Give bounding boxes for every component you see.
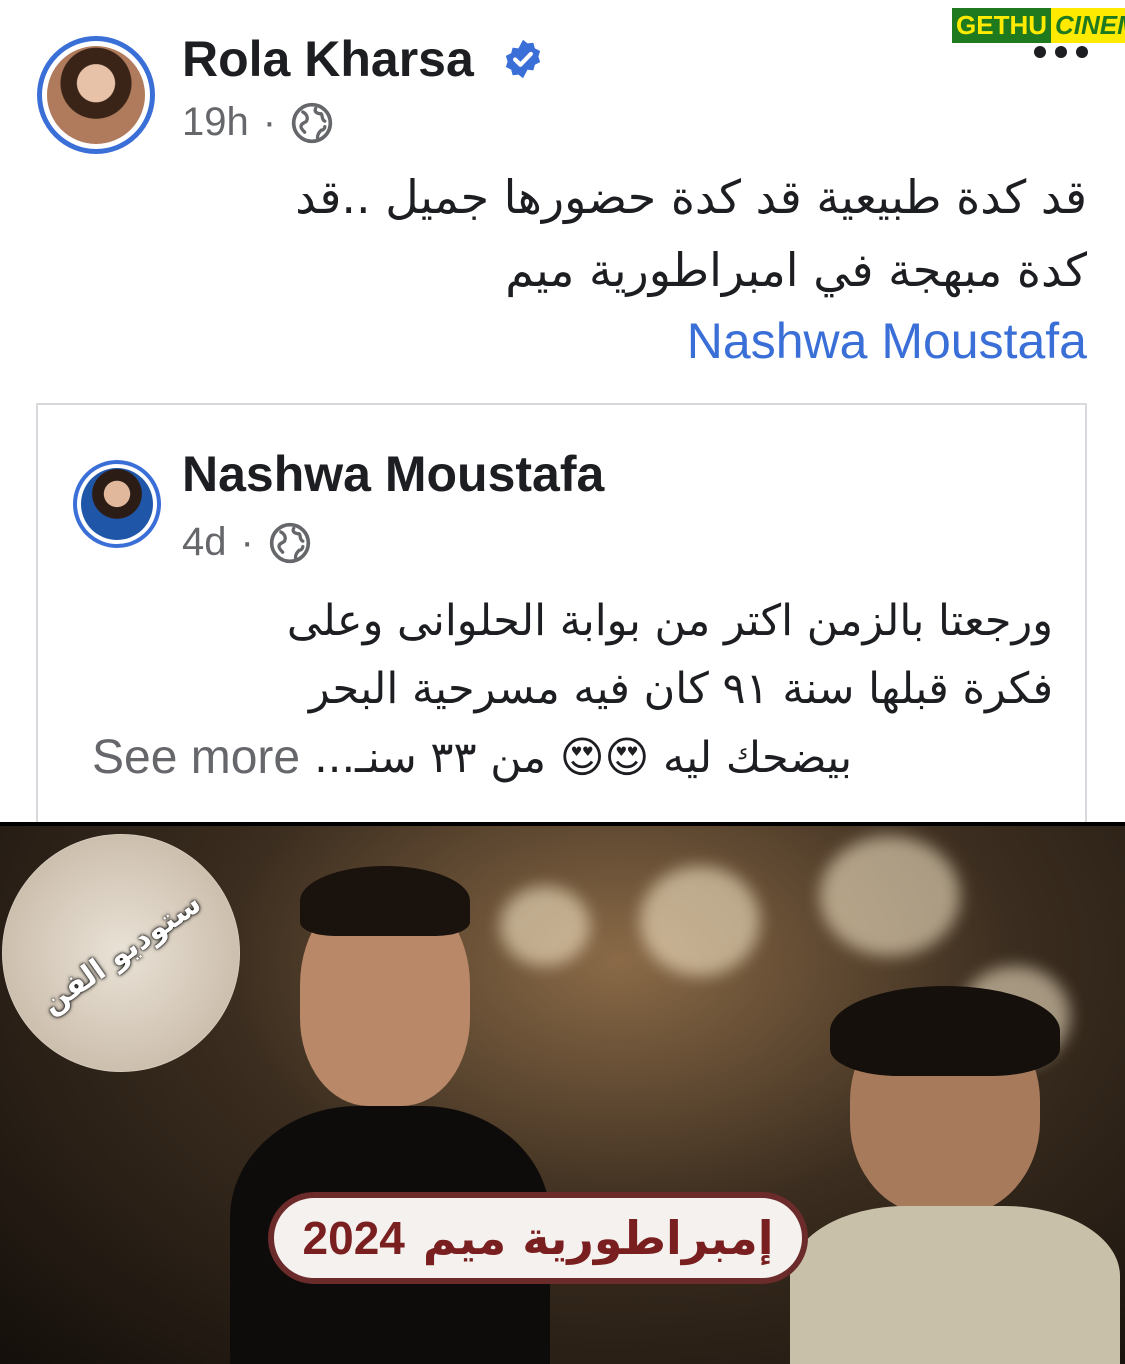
shared-text-line-1: ورجعتا بالزمن اكتر من بوابة الحلوانى وعل…	[286, 596, 1053, 646]
meta-separator: ·	[262, 100, 277, 144]
studio-badge-text: ستوديو الفن	[34, 885, 208, 1021]
shared-text-line-2: فكرة قبلها سنة ٩١ كان فيه مسرحية البحر	[308, 664, 1053, 714]
globe-icon	[291, 102, 333, 143]
shared-author-avatar[interactable]	[73, 460, 161, 548]
see-more-link[interactable]: See more	[92, 730, 300, 785]
shared-text-line-3-row: See more بيضحك ليه 😍😍 من ٣٣ سنـ...	[92, 730, 852, 785]
post-meta: 19h ·	[182, 100, 334, 145]
watermark-part2: CINEMA	[1051, 7, 1125, 43]
bokeh-light	[820, 836, 960, 956]
post-text-line-1: قد كدة طبيعية قد كدة حضورها جميل ..قد	[295, 170, 1087, 224]
shared-time[interactable]: 4d	[182, 520, 227, 565]
author-avatar[interactable]	[37, 36, 155, 154]
watermark-part1: GETHU	[952, 7, 1051, 43]
caption-title: إمبراطورية ميم	[422, 1211, 774, 1265]
man-figure	[230, 866, 550, 1364]
globe-icon	[269, 522, 310, 563]
post-time[interactable]: 19h	[182, 100, 249, 145]
caption-year: 2024	[302, 1212, 405, 1264]
watermark-logo: GETHU CINEMA	[952, 4, 1125, 46]
shared-meta: 4d ·	[182, 520, 312, 565]
more-options-icon[interactable]	[1032, 44, 1090, 60]
woman-figure	[790, 986, 1120, 1364]
studio-badge: ستوديو الفن	[2, 834, 240, 1072]
author-name[interactable]: Rola Kharsa	[182, 30, 474, 88]
post-text-line-2: كدة مبهجة في امبراطورية ميم	[505, 243, 1087, 297]
shared-text-line-3: بيضحك ليه 😍😍 من ٣٣ سنـ...	[314, 732, 853, 783]
shared-author-name[interactable]: Nashwa Moustafa	[182, 445, 604, 503]
verified-badge-icon	[505, 39, 541, 79]
image-caption: إمبراطورية ميم 2024	[268, 1192, 808, 1284]
bokeh-light	[640, 866, 760, 976]
shared-meta-separator: ·	[240, 520, 254, 564]
mention-link[interactable]: Nashwa Moustafa	[687, 312, 1087, 370]
